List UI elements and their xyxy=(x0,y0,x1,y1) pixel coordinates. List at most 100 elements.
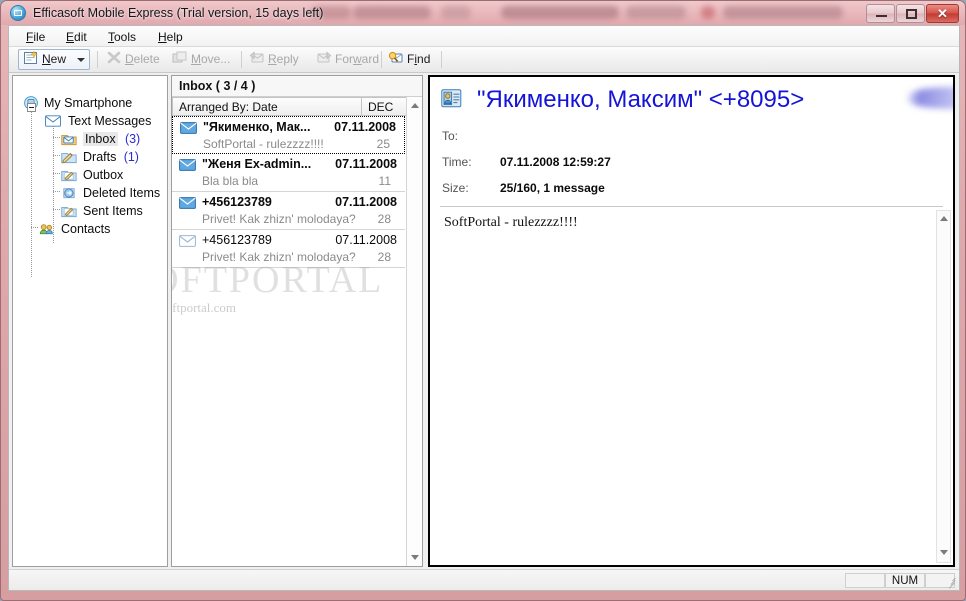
list-column-header: Arranged By: Date DEC xyxy=(172,97,422,116)
tree-expander-collapse[interactable] xyxy=(27,103,36,112)
scroll-up-icon xyxy=(411,103,419,108)
outbox-folder-icon xyxy=(61,170,77,182)
scroll-down-icon xyxy=(940,550,948,555)
sidebar-item-drafts-label: Drafts xyxy=(83,150,117,164)
scroll-down-button[interactable] xyxy=(407,549,422,566)
subject-prefix: "Якименко, Максим" <+8095 xyxy=(477,86,791,113)
menu-file-label: ile xyxy=(33,30,46,44)
tree-root-label: My Smartphone xyxy=(44,96,133,110)
sidebar-item-sent-items-label: Sent Items xyxy=(83,204,143,218)
forward-accel: w xyxy=(353,52,362,66)
sidebar-item-deleted-items[interactable]: Deleted Items (1) xyxy=(61,184,167,202)
message-sender: +456123789 xyxy=(202,195,272,209)
status-bar: NUM xyxy=(9,569,959,590)
menu-help-label: elp xyxy=(166,30,183,44)
application-window: Efficasoft Mobile Express (Trial version… xyxy=(0,0,966,601)
sidebar-item-inbox[interactable]: Inbox (3) xyxy=(61,130,140,148)
message-size: 25 xyxy=(376,137,390,151)
new-button-label[interactable]: New xyxy=(42,49,66,70)
tree-connector-h5 xyxy=(53,209,61,210)
message-list-scrollbar[interactable] xyxy=(406,97,422,566)
message-list-rows: "Якименко, Мак... 07.11.2008 SoftPortal … xyxy=(172,116,405,566)
tree-connector-h3 xyxy=(53,173,61,174)
move-label-rest: ove... xyxy=(201,52,231,66)
sidebar-item-sent-items[interactable]: Sent Items xyxy=(61,202,147,220)
menu-edit-accel: E xyxy=(66,30,75,44)
reply-button[interactable]: Reply xyxy=(268,49,299,70)
sidebar-item-inbox-count: (3) xyxy=(124,132,141,146)
message-sender: "Якименко, Мак... xyxy=(203,120,311,134)
menu-help[interactable]: Help xyxy=(151,29,190,45)
chevron-down-icon[interactable] xyxy=(77,58,85,62)
menu-bar: File Edit Tools Help xyxy=(9,26,959,47)
delete-label-rest: elete xyxy=(133,52,160,66)
tree-item-text-messages[interactable]: Text Messages xyxy=(45,112,151,130)
new-accel: N xyxy=(42,52,51,66)
table-row[interactable]: "Женя Ex-admin... 07.11.2008 Bla bla bla… xyxy=(172,154,405,192)
reading-pane[interactable]: "Якименко, Максим" <+8095> To: Time: 07.… xyxy=(428,75,955,567)
scroll-up-button[interactable] xyxy=(407,97,422,114)
reading-pane-scrollbar[interactable] xyxy=(936,210,951,563)
tree-item-my-smartphone[interactable]: My Smartphone xyxy=(23,94,132,112)
titlebar-blur-4 xyxy=(501,6,619,19)
resize-grip[interactable] xyxy=(944,575,957,589)
message-size: 28 xyxy=(377,212,391,226)
message-list-pane[interactable]: Inbox ( 3 / 4 ) Arranged By: Date DEC "Я… xyxy=(171,75,423,567)
window-title: Efficasoft Mobile Express (Trial version… xyxy=(33,6,324,20)
delete-button[interactable]: Delete xyxy=(125,49,160,70)
inbox-folder-icon xyxy=(61,134,77,146)
envelope-icon xyxy=(45,115,61,127)
field-label-time: Time: xyxy=(442,155,472,169)
sidebar-item-contacts-label: Contacts xyxy=(61,222,111,236)
message-preview: SoftPortal - rulezzzz!!!! xyxy=(203,137,324,151)
status-panel-num: NUM xyxy=(885,573,925,588)
message-preview: Privet! Kak zhizn' molodaya? xyxy=(202,250,356,264)
folder-tree-pane[interactable]: My Smartphone Text Messages Inbox (3) Dr… xyxy=(12,75,168,567)
message-body: SoftPortal - rulezzzz!!!! xyxy=(444,215,578,230)
tree-connector-h4 xyxy=(53,191,61,192)
find-button[interactable]: Find xyxy=(407,49,430,70)
drafts-folder-icon xyxy=(61,152,77,164)
find-label-rest: nd xyxy=(417,52,431,66)
message-size: 28 xyxy=(377,250,391,264)
titlebar-blur-6 xyxy=(701,6,715,19)
reading-pane-divider xyxy=(440,206,943,207)
table-row[interactable]: +456123789 07.11.2008 Privet! Kak zhizn'… xyxy=(172,192,405,230)
close-button[interactable]: ✕ xyxy=(926,4,959,23)
titlebar-blur-2 xyxy=(353,6,431,19)
sidebar-item-contacts[interactable]: Contacts xyxy=(39,220,110,238)
column-header-sort-order[interactable]: DEC xyxy=(362,97,407,116)
move-button[interactable]: Move... xyxy=(191,49,230,70)
menu-file[interactable]: File xyxy=(19,29,52,45)
close-icon: ✕ xyxy=(937,6,948,21)
reply-label-rest: eply xyxy=(276,52,299,66)
table-row[interactable]: "Якименко, Мак... 07.11.2008 SoftPortal … xyxy=(172,116,405,154)
minimize-button[interactable] xyxy=(866,4,895,23)
menu-edit[interactable]: Edit xyxy=(59,29,94,45)
reading-scroll-down-button[interactable] xyxy=(937,545,950,562)
toolbar-separator-3 xyxy=(381,51,382,68)
new-label-rest: ew xyxy=(50,52,67,66)
find-magnifier-icon xyxy=(388,51,403,63)
move-folder-icon xyxy=(172,51,187,63)
contacts-icon xyxy=(39,224,53,235)
unread-envelope-icon xyxy=(179,197,196,209)
sidebar-item-drafts-count: (1) xyxy=(123,150,139,164)
sidebar-item-drafts[interactable]: Drafts (1) xyxy=(61,148,139,166)
sidebar-item-outbox[interactable]: Outbox xyxy=(61,166,127,184)
field-label-to: To: xyxy=(442,129,459,143)
table-row[interactable]: +456123789 07.11.2008 Privet! Kak zhizn'… xyxy=(172,230,405,268)
column-header-arranged-by[interactable]: Arranged By: Date xyxy=(172,97,362,116)
reading-scroll-up-button[interactable] xyxy=(937,211,950,228)
forward-arrow-icon xyxy=(317,51,332,63)
forward-button[interactable]: Forward xyxy=(335,49,379,70)
move-accel: M xyxy=(191,52,201,66)
deleted-folder-icon xyxy=(63,188,75,199)
maximize-button[interactable] xyxy=(896,4,925,23)
list-title: Inbox ( 3 / 4 ) xyxy=(172,76,422,97)
message-sender: +456123789 xyxy=(202,233,272,247)
menu-tools[interactable]: Tools xyxy=(101,29,143,45)
read-envelope-icon xyxy=(179,235,196,247)
message-size: 11 xyxy=(378,174,391,188)
status-panel-1 xyxy=(845,573,885,588)
